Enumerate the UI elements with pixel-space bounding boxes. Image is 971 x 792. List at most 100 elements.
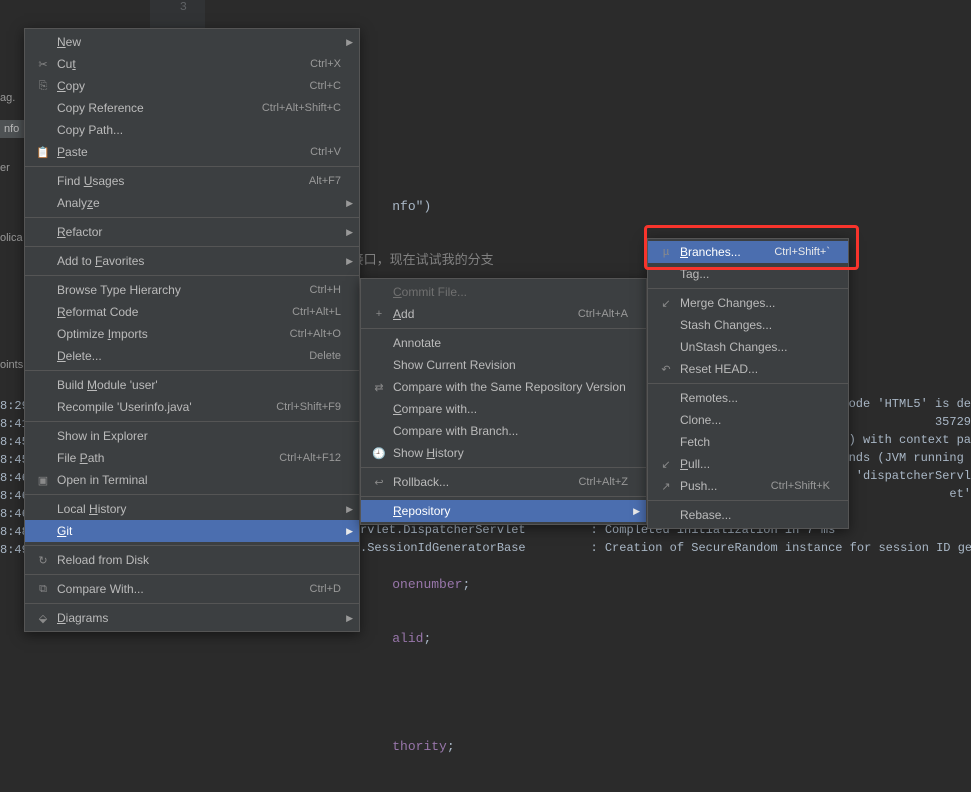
compare-with-the-same-repository-version-icon: ⇄ (369, 381, 389, 394)
menu-item-merge-changes[interactable]: ↙Merge Changes... (648, 292, 848, 314)
menu-item-new[interactable]: New▶ (25, 31, 359, 53)
menu-item-reset-head[interactable]: ↶Reset HEAD... (648, 358, 848, 380)
menu-item-copy-reference[interactable]: Copy ReferenceCtrl+Alt+Shift+C (25, 97, 359, 119)
menu-item-label: Open in Terminal (57, 473, 341, 487)
menu-item-label: Fetch (680, 435, 830, 449)
menu-item-unstash-changes[interactable]: UnStash Changes... (648, 336, 848, 358)
menu-item-add[interactable]: + Add Ctrl+Alt+A (361, 303, 646, 325)
diagrams-icon: ⬙ (33, 612, 53, 625)
menu-item-label: Find Usages (57, 174, 289, 188)
menu-item-copy[interactable]: ⎘CopyCtrl+C (25, 75, 359, 97)
menu-item-rollback[interactable]: ↩Rollback...Ctrl+Alt+Z (361, 471, 646, 493)
menu-item-stash-changes[interactable]: Stash Changes... (648, 314, 848, 336)
menu-item-show-current-revision[interactable]: Show Current Revision (361, 354, 646, 376)
menu-item-shortcut: Ctrl+C (310, 80, 341, 92)
add-icon: + (369, 308, 389, 320)
menu-item-tag[interactable]: Tag... (648, 263, 848, 285)
menu-item-shortcut: Ctrl+Alt+Shift+C (262, 102, 341, 114)
menu-item-recompile-userinfo-java[interactable]: Recompile 'Userinfo.java'Ctrl+Shift+F9 (25, 396, 359, 418)
side-frag: olica (0, 232, 23, 244)
menu-item-label: UnStash Changes... (680, 340, 830, 354)
menu-item-find-usages[interactable]: Find Usages Alt+F7 (25, 170, 359, 192)
menu-separator (648, 500, 848, 501)
menu-separator (648, 288, 848, 289)
menu-item-compare-with[interactable]: Compare with... (361, 398, 646, 420)
menu-item-label: Refactor (57, 225, 341, 239)
menu-item-shortcut: Alt+F7 (309, 175, 341, 187)
menu-separator (25, 166, 359, 167)
menu-item-diagrams[interactable]: ⬙Diagrams▶ (25, 607, 359, 629)
paste-icon: 📋 (33, 146, 53, 159)
menu-separator (648, 383, 848, 384)
submenu-arrow-icon: ▶ (346, 504, 353, 515)
menu-item-label: Show History (393, 446, 628, 460)
gutter-number: 3 (150, 0, 205, 18)
menu-item-delete[interactable]: Delete...Delete (25, 345, 359, 367)
menu-item-pull[interactable]: ↙Pull... (648, 453, 848, 475)
menu-item-shortcut: Ctrl+Shift+K (771, 480, 830, 492)
menu-item-shortcut: Ctrl+D (310, 583, 341, 595)
menu-item-reformat-code[interactable]: Reformat CodeCtrl+Alt+L (25, 301, 359, 323)
menu-item-cut[interactable]: ✂CutCtrl+X (25, 53, 359, 75)
menu-item-shortcut: Ctrl+Alt+O (290, 328, 341, 340)
menu-separator (25, 494, 359, 495)
menu-item-browse-type-hierarchy[interactable]: Browse Type HierarchyCtrl+H (25, 279, 359, 301)
menu-item-repository[interactable]: Repository ▶ (361, 500, 646, 522)
menu-item-label: Push... (680, 479, 751, 493)
menu-item-label: Cut (57, 57, 290, 71)
branches-icon: µ (656, 246, 676, 258)
menu-item-clone[interactable]: Clone... (648, 409, 848, 431)
menu-item-paste[interactable]: 📋PasteCtrl+V (25, 141, 359, 163)
menu-item-shortcut: Ctrl+Alt+Z (578, 476, 628, 488)
menu-item-label: Optimize Imports (57, 327, 270, 341)
menu-item-build-module-user[interactable]: Build Module 'user' (25, 374, 359, 396)
menu-item-compare-with-branch[interactable]: Compare with Branch... (361, 420, 646, 442)
menu-item-open-in-terminal[interactable]: ▣Open in Terminal (25, 469, 359, 491)
menu-item-rebase[interactable]: Rebase... (648, 504, 848, 526)
menu-item-label: New (57, 35, 341, 49)
menu-item-label: Compare with the Same Repository Version (393, 380, 628, 394)
menu-item-label: Pull... (680, 457, 830, 471)
reset-head-icon: ↶ (656, 363, 676, 376)
menu-item-add-to-favorites[interactable]: Add to Favorites▶ (25, 250, 359, 272)
menu-item-local-history[interactable]: Local History ▶ (25, 498, 359, 520)
menu-item-analyze[interactable]: Analyze▶ (25, 192, 359, 214)
menu-item-compare-with[interactable]: ⧉Compare With...Ctrl+D (25, 578, 359, 600)
submenu-arrow-icon: ▶ (633, 506, 640, 517)
menu-item-file-path[interactable]: File PathCtrl+Alt+F12 (25, 447, 359, 469)
menu-item-label: Paste (57, 145, 290, 159)
submenu-arrow-icon: ▶ (346, 526, 353, 537)
menu-separator (25, 421, 359, 422)
submenu-arrow-icon: ▶ (346, 227, 353, 238)
menu-item-annotate[interactable]: Annotate (361, 332, 646, 354)
menu-item-optimize-imports[interactable]: Optimize Imports Ctrl+Alt+O (25, 323, 359, 345)
menu-separator (25, 574, 359, 575)
menu-item-commit-file[interactable]: Commit File... (361, 281, 646, 303)
menu-item-remotes[interactable]: Remotes... (648, 387, 848, 409)
menu-item-label: Add (393, 307, 558, 321)
menu-item-label: Local History (57, 502, 341, 516)
menu-item-git[interactable]: Git▶ (25, 520, 359, 542)
menu-item-fetch[interactable]: Fetch (648, 431, 848, 453)
menu-separator (25, 370, 359, 371)
menu-item-shortcut: Ctrl+Alt+L (292, 306, 341, 318)
menu-item-label: Show in Explorer (57, 429, 341, 443)
menu-item-compare-with-the-same-repository-version[interactable]: ⇄ Compare with the Same Repository Versio… (361, 376, 646, 398)
menu-separator (25, 217, 359, 218)
side-frag: ag. (0, 92, 15, 104)
menu-item-label: Recompile 'Userinfo.java' (57, 400, 256, 414)
menu-item-push[interactable]: ↗Push...Ctrl+Shift+K (648, 475, 848, 497)
menu-item-label: Repository (393, 504, 628, 518)
menu-item-show-history[interactable]: 🕘Show History (361, 442, 646, 464)
menu-item-reload-from-disk[interactable]: ↻Reload from Disk (25, 549, 359, 571)
menu-item-show-in-explorer[interactable]: Show in Explorer (25, 425, 359, 447)
menu-item-shortcut: Ctrl+H (310, 284, 341, 296)
menu-item-label: Commit File... (393, 285, 628, 299)
menu-item-branches[interactable]: µBranches...Ctrl+Shift+` (648, 241, 848, 263)
menu-separator (25, 275, 359, 276)
menu-item-refactor[interactable]: Refactor ▶ (25, 221, 359, 243)
menu-item-shortcut: Ctrl+Alt+A (578, 308, 628, 320)
menu-item-copy-path[interactable]: Copy Path... (25, 119, 359, 141)
menu-item-label: Build Module 'user' (57, 378, 341, 392)
menu-item-shortcut: Ctrl+Shift+` (774, 246, 830, 258)
